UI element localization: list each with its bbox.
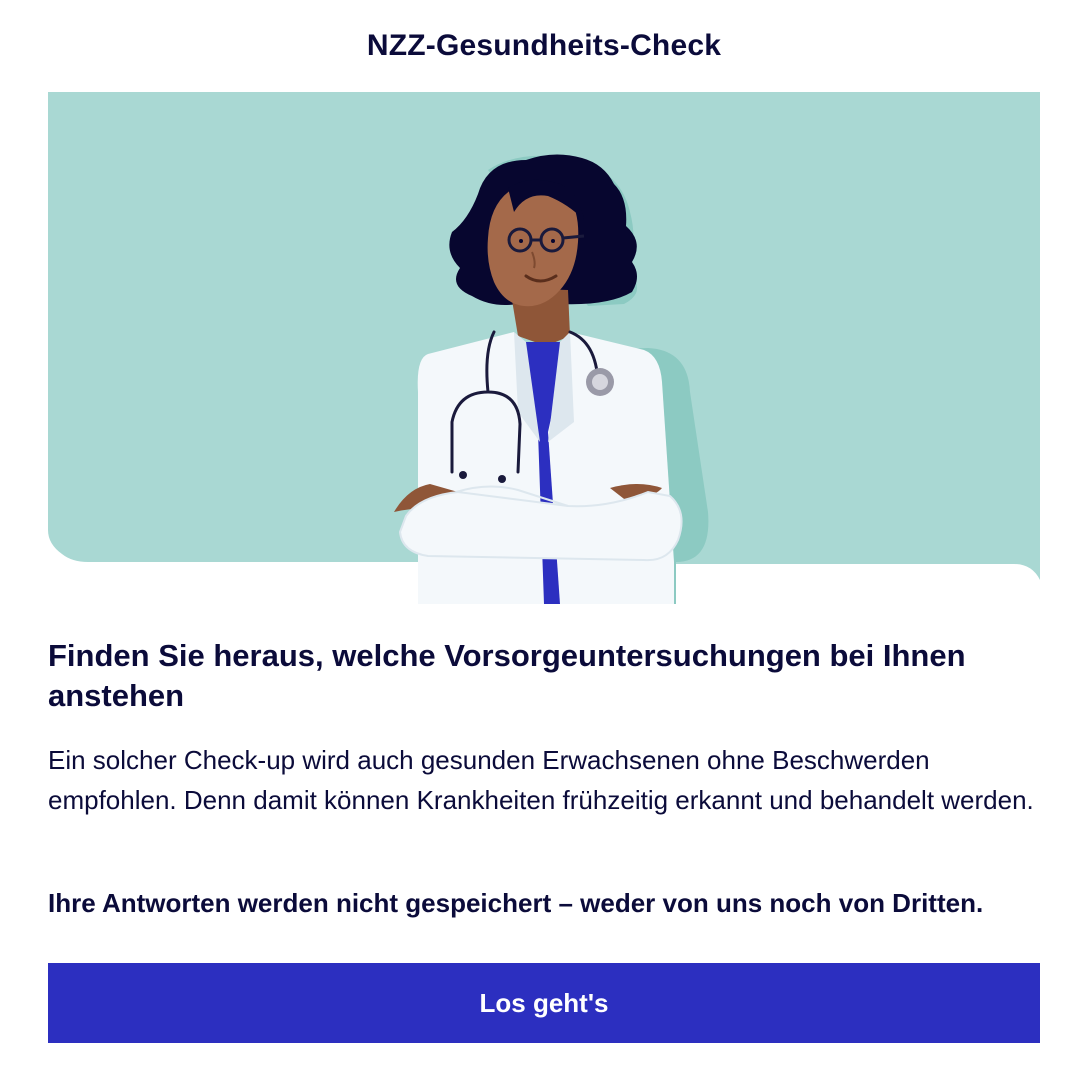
start-button[interactable]: Los geht's xyxy=(48,963,1040,1043)
crossed-arms xyxy=(398,490,683,562)
headline: Finden Sie heraus, welche Vorsorgeunters… xyxy=(48,638,966,713)
page-title: NZZ-Gesundheits-Check xyxy=(366,29,722,62)
intro-text: Ein solcher Check-up wird auch gesunden … xyxy=(48,745,1034,815)
privacy-note: Ihre Antworten werden nicht gespeichert … xyxy=(48,888,984,918)
hero-illustration xyxy=(48,92,1040,604)
